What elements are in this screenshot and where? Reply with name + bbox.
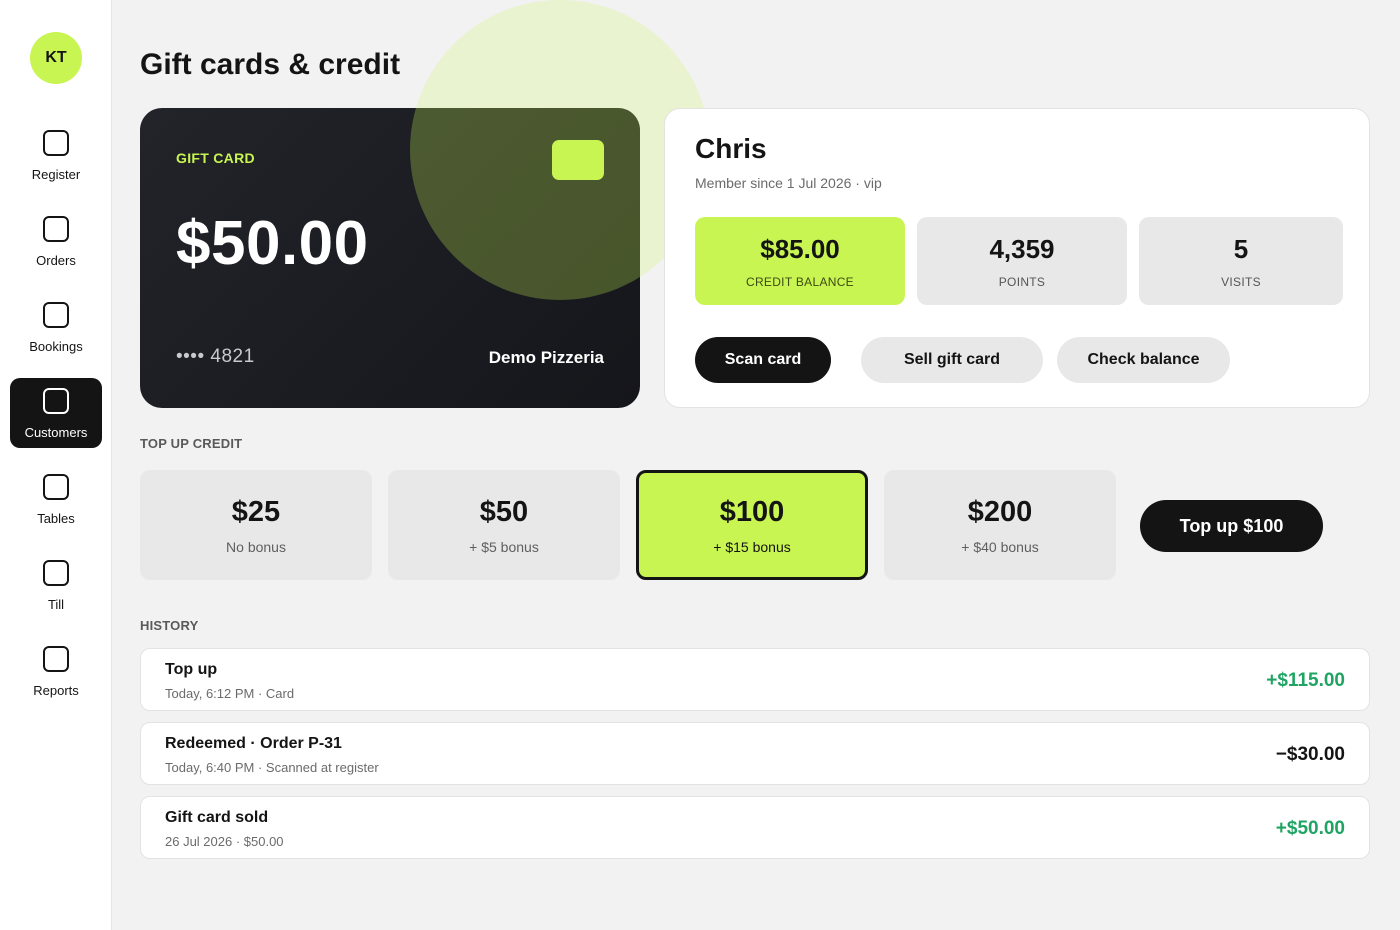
scan-card-button[interactable]: Scan card [695, 337, 831, 383]
stat-points: 4,359 POINTS [917, 217, 1127, 305]
gift-card: GIFT CARD $50.00 •••• 4821 Demo Pizzeria [140, 108, 640, 408]
card-kind-label: GIFT CARD [176, 150, 255, 166]
card-number: •••• 4821 [176, 346, 255, 367]
sidebar-item-till[interactable]: Till [10, 550, 102, 620]
history-row[interactable]: Redeemed · Order P-31 Today, 6:40 PM · S… [140, 722, 1370, 785]
stat-value: 4,359 [989, 233, 1055, 264]
history-amount: +$50.00 [1275, 818, 1345, 839]
stat-label: CREDIT BALANCE [745, 274, 854, 289]
history-subtitle: 26 Jul 2026 · $50.00 [165, 834, 284, 849]
sidebar-item-label: Bookings [29, 339, 83, 354]
stat-credit-balance: $85.00 CREDIT BALANCE [695, 217, 905, 305]
stat-label: VISITS [1221, 274, 1261, 289]
topup-option-200[interactable]: $200 + $40 bonus [884, 470, 1116, 580]
page-title: Gift cards & credit [140, 48, 401, 81]
history-row[interactable]: Top up Today, 6:12 PM · Card +$115.00 [140, 648, 1370, 711]
sidebar-item-label: Till [47, 597, 65, 612]
customers-icon [43, 388, 69, 414]
sidebar-item-label: Orders [36, 253, 76, 268]
history-title: Redeemed · Order P-31 [165, 735, 342, 752]
register-icon [43, 130, 69, 156]
sidebar-item-orders[interactable]: Orders [10, 206, 102, 276]
till-icon [43, 560, 69, 586]
topup-option-25[interactable]: $25 No bonus [140, 470, 372, 580]
orders-icon [43, 216, 69, 242]
topup-amount: $200 [967, 495, 1033, 528]
topup-section-label: TOP UP CREDIT [140, 436, 243, 451]
stat-value: $85.00 [760, 233, 840, 264]
topup-bonus: + $40 bonus [961, 538, 1039, 555]
tables-icon [43, 474, 69, 500]
customer-name: Chris [695, 133, 767, 164]
card-amount: $50.00 [176, 209, 369, 278]
sidebar-item-tables[interactable]: Tables [10, 464, 102, 534]
avatar[interactable]: KT [30, 32, 82, 84]
stat-label: POINTS [998, 274, 1046, 289]
sidebar-item-label: Tables [37, 511, 75, 526]
sidebar-item-customers[interactable]: Customers [10, 378, 102, 448]
sell-gift-card-button[interactable]: Sell gift card [861, 337, 1043, 383]
topup-option-50[interactable]: $50 + $5 bonus [388, 470, 620, 580]
customer-meta: Member since 1 Jul 2026 · vip [695, 175, 882, 191]
sidebar-item-register[interactable]: Register [10, 120, 102, 190]
topup-amount: $100 [719, 495, 785, 528]
topup-amount: $50 [479, 495, 529, 528]
history-amount: −$30.00 [1275, 744, 1345, 765]
history-section-label: HISTORY [140, 618, 199, 633]
sidebar-item-reports[interactable]: Reports [10, 636, 102, 706]
topup-amount: $25 [231, 495, 281, 528]
topup-option-100[interactable]: $100 + $15 bonus [636, 470, 868, 580]
topup-bonus: No bonus [226, 538, 286, 555]
card-chip-icon [552, 140, 604, 180]
stat-value: 5 [1233, 233, 1249, 264]
topup-bonus: + $15 bonus [713, 538, 791, 555]
check-balance-button[interactable]: Check balance [1057, 337, 1230, 383]
history-amount: +$115.00 [1266, 670, 1345, 691]
sidebar-item-bookings[interactable]: Bookings [10, 292, 102, 362]
reports-icon [43, 646, 69, 672]
bookings-icon [43, 302, 69, 328]
card-decoration [410, 108, 640, 300]
sidebar-item-label: Reports [33, 683, 79, 698]
sidebar: KT Register Orders Bookings Customers Ta… [0, 0, 112, 930]
card-merchant: Demo Pizzeria [488, 348, 604, 367]
sidebar-item-label: Register [31, 167, 81, 182]
sidebar-item-label: Customers [24, 425, 88, 440]
topup-bonus: + $5 bonus [469, 538, 539, 555]
history-title: Top up [165, 661, 218, 678]
history-subtitle: Today, 6:40 PM · Scanned at register [165, 760, 379, 775]
history-title: Gift card sold [165, 809, 269, 826]
topup-button[interactable]: Top up $100 [1140, 500, 1323, 552]
customer-panel: Chris Member since 1 Jul 2026 · vip $85.… [664, 108, 1370, 408]
history-subtitle: Today, 6:12 PM · Card [165, 686, 295, 701]
history-row[interactable]: Gift card sold 26 Jul 2026 · $50.00 +$50… [140, 796, 1370, 859]
stat-visits: 5 VISITS [1139, 217, 1343, 305]
